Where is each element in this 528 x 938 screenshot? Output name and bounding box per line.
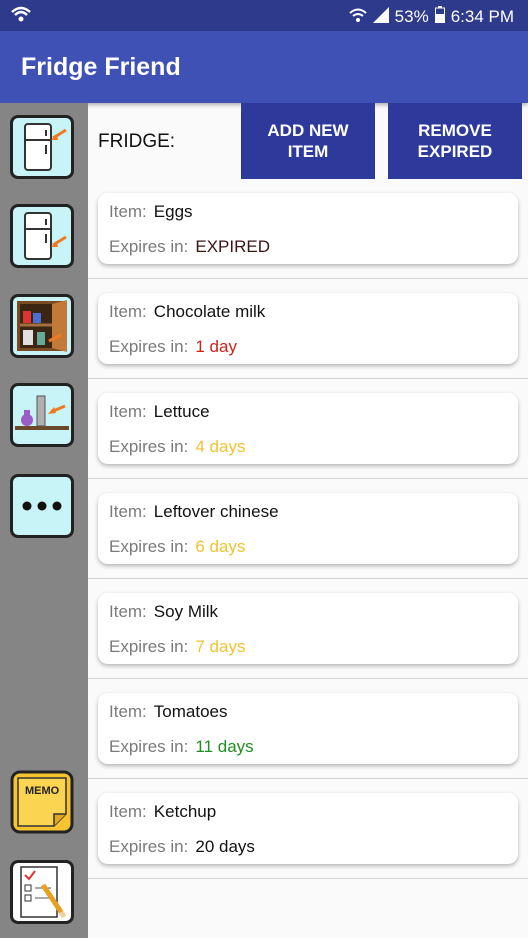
status-bar: 53% 6:34 PM: [0, 0, 528, 31]
item-list: Item: Eggs Expires in: EXPIRED Item: Chocolat…: [88, 179, 528, 879]
item-name: Leftover chinese: [153, 502, 279, 521]
item-card[interactable]: Item: Lettuce Expires in: 4 days: [98, 393, 518, 464]
item-name: Chocolate milk: [153, 302, 266, 321]
item-card[interactable]: Item: Soy Milk Expires in: 7 days: [98, 593, 518, 664]
item-label: Item:: [109, 202, 147, 221]
item-card[interactable]: Item: Eggs Expires in: EXPIRED: [98, 193, 518, 264]
item-expiry: 20 days: [195, 837, 255, 856]
sidebar-item-memo[interactable]: MEMO: [10, 770, 74, 834]
list-item: Item: Eggs Expires in: EXPIRED: [88, 179, 528, 279]
item-expiry: 6 days: [195, 537, 246, 556]
shelf-icon: [15, 395, 69, 430]
list-item: Item: Chocolate milk Expires in: 1 day: [88, 279, 528, 379]
item-name-line: Item: Soy Milk: [109, 602, 218, 622]
list-item: Item: Leftover chinese Expires in: 6 days: [88, 479, 528, 579]
expires-label: Expires in:: [109, 537, 189, 556]
list-item: Item: Soy Milk Expires in: 7 days: [88, 579, 528, 679]
pantry-icon: [17, 300, 67, 352]
app-title: Fridge Friend: [21, 53, 181, 81]
item-name-line: Item: Eggs: [109, 202, 193, 222]
item-expiry: 11 days: [195, 737, 254, 756]
item-name-line: Item: Tomatoes: [109, 702, 228, 722]
list-item: Item: Tomatoes Expires in: 11 days: [88, 679, 528, 779]
sidebar-item-shelf[interactable]: [10, 383, 74, 447]
item-name: Ketchup: [153, 802, 217, 821]
wifi-call-icon: [10, 5, 32, 30]
item-name: Eggs: [153, 202, 193, 221]
item-name: Soy Milk: [153, 602, 219, 621]
sidebar-item-pantry[interactable]: [10, 294, 74, 358]
item-name-line: Item: Lettuce: [109, 402, 210, 422]
sidebar-item-more[interactable]: [10, 474, 74, 538]
expires-label: Expires in:: [109, 437, 189, 456]
item-expiry: 1 day: [195, 337, 237, 356]
item-label: Item:: [109, 502, 147, 521]
list-item: Item: Ketchup Expires in: 20 days: [88, 779, 528, 879]
list-item: Item: Lettuce Expires in: 4 days: [88, 379, 528, 479]
wifi-icon: [348, 7, 367, 28]
item-card[interactable]: Item: Chocolate milk Expires in: 1 day: [98, 293, 518, 364]
remove-expired-button[interactable]: REMOVE EXPIRED: [388, 103, 522, 179]
item-name: Tomatoes: [153, 702, 228, 721]
clock: 6:34 PM: [450, 7, 514, 26]
item-card[interactable]: Item: Ketchup Expires in: 20 days: [98, 793, 518, 864]
item-name-line: Item: Chocolate milk: [109, 302, 265, 322]
section-label: FRIDGE:: [98, 131, 176, 152]
item-expiry-line: Expires in: EXPIRED: [109, 237, 270, 257]
expires-label: Expires in:: [109, 637, 189, 656]
item-card[interactable]: Item: Tomatoes Expires in: 11 days: [98, 693, 518, 764]
item-expiry: 4 days: [195, 437, 246, 456]
item-expiry-line: Expires in: 11 days: [109, 737, 254, 757]
expires-label: Expires in:: [109, 837, 189, 856]
fridge-controls: FRIDGE: ADD NEW ITEM REMOVE EXPIRED: [88, 103, 528, 179]
item-label: Item:: [109, 602, 147, 621]
fridge-icon: [24, 123, 67, 171]
sidebar-item-checklist[interactable]: [10, 860, 74, 924]
app-bar: Fridge Friend: [0, 31, 528, 103]
signal-icon: [372, 6, 389, 28]
ellipsis-icon: [22, 501, 62, 511]
battery-percent: 53%: [394, 7, 429, 26]
item-expiry-line: Expires in: 6 days: [109, 537, 245, 557]
item-card[interactable]: Item: Leftover chinese Expires in: 6 days: [98, 493, 518, 564]
memo-text: MEMO: [25, 785, 60, 797]
expires-label: Expires in:: [109, 337, 189, 356]
item-name-line: Item: Ketchup: [109, 802, 216, 822]
item-label: Item:: [109, 702, 147, 721]
fridge-icon: [24, 212, 67, 260]
item-expiry-line: Expires in: 1 day: [109, 337, 237, 357]
expires-label: Expires in:: [109, 237, 189, 256]
sidebar: MEMO: [0, 103, 88, 938]
item-name: Lettuce: [153, 402, 210, 421]
sidebar-item-fridge[interactable]: [10, 115, 74, 179]
sidebar-item-fridge-2[interactable]: [10, 204, 74, 268]
memo-icon: MEMO: [10, 770, 74, 834]
add-new-item-button[interactable]: ADD NEW ITEM: [241, 103, 375, 179]
item-expiry: 7 days: [195, 637, 246, 656]
remove-label: REMOVE EXPIRED: [417, 121, 493, 161]
item-label: Item:: [109, 402, 147, 421]
battery-icon: [434, 6, 445, 28]
item-expiry-line: Expires in: 7 days: [109, 637, 245, 657]
item-label: Item:: [109, 302, 147, 321]
item-expiry-line: Expires in: 20 days: [109, 837, 255, 857]
item-expiry: EXPIRED: [195, 237, 271, 256]
checklist-icon: [20, 866, 67, 919]
item-label: Item:: [109, 802, 147, 821]
expires-label: Expires in:: [109, 737, 189, 756]
item-expiry-line: Expires in: 4 days: [109, 437, 245, 457]
item-name-line: Item: Leftover chinese: [109, 502, 279, 522]
